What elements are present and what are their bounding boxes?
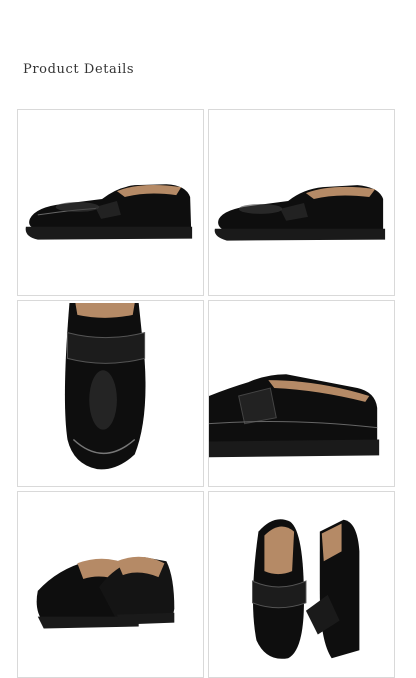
page-title: Product Details: [23, 62, 135, 77]
gallery-image-5[interactable]: [17, 491, 204, 678]
loafer-image: [64, 302, 146, 470]
gallery-image-3[interactable]: [17, 300, 204, 487]
loafer-image: [214, 185, 386, 241]
gallery-image-4[interactable]: [208, 300, 395, 487]
gallery-image-6[interactable]: [208, 491, 395, 678]
loafer-image: [252, 519, 360, 659]
gallery-image-1[interactable]: [17, 109, 204, 296]
loafer-image: [209, 374, 380, 458]
loafer-image: [36, 556, 175, 629]
product-image-gallery: [17, 109, 395, 678]
gallery-image-2[interactable]: [208, 109, 395, 296]
loafer-image: [25, 184, 193, 240]
